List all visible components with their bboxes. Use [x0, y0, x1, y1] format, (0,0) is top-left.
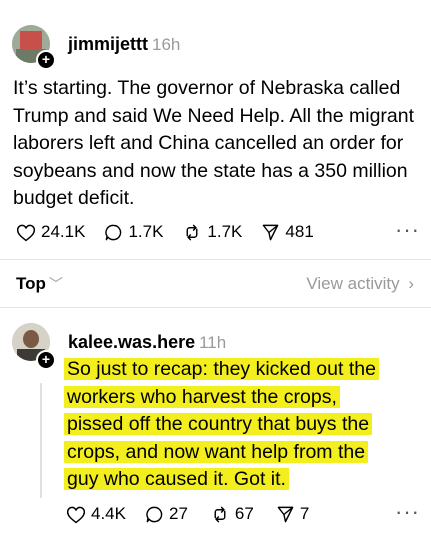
thread-line: [40, 383, 42, 498]
share-button[interactable]: 481: [261, 222, 314, 242]
reply-count: 27: [168, 504, 188, 523]
ellipsis-icon[interactable]: ···: [395, 217, 420, 243]
repost-count: 1.7K: [207, 222, 243, 241]
reply-button[interactable]: 27: [145, 504, 188, 524]
ellipsis-icon[interactable]: ···: [395, 499, 420, 525]
follow-plus-icon[interactable]: +: [36, 50, 56, 70]
post-username[interactable]: jimmijettt 16h: [68, 34, 180, 55]
repost-button[interactable]: 67: [210, 504, 254, 524]
highlighted-line: pissed off the country that buys the: [64, 413, 373, 435]
post-time: 16h: [152, 35, 181, 54]
chevron-right-icon: ›: [408, 274, 414, 293]
post-username[interactable]: kalee.was.here 11h: [68, 332, 226, 353]
sort-dropdown[interactable]: Top ﹀: [16, 274, 63, 294]
share-button[interactable]: 7: [276, 504, 309, 524]
like-count: 24.1K: [41, 222, 86, 241]
highlighted-line: workers who harvest the crops,: [64, 385, 340, 408]
post-text: So just to recap: they kicked out the wo…: [64, 356, 424, 494]
repost-arrows-icon: [214, 506, 226, 522]
highlighted-line: guy who caused it. Got it.: [64, 468, 289, 490]
divider: [0, 307, 431, 308]
reply-count: 1.7K: [128, 222, 164, 241]
post-text: It’s starting. The governor of Nebraska …: [13, 77, 415, 209]
speech-bubble-icon: [146, 506, 163, 522]
divider: [0, 259, 431, 260]
share-count: 7: [299, 504, 310, 523]
repost-arrows-icon: [186, 224, 198, 240]
chevron-down-icon: ﹀: [48, 276, 63, 292]
like-button[interactable]: 24.1K: [16, 222, 85, 242]
like-count: 4.4K: [91, 504, 126, 523]
repost-button[interactable]: 1.7K: [182, 222, 242, 242]
view-activity-label: View activity: [306, 274, 400, 293]
sort-label: Top: [16, 274, 46, 293]
send-icon: [277, 506, 294, 522]
heart-icon: [16, 224, 36, 241]
highlighted-line: crops, and now want help from the: [64, 440, 369, 463]
share-count: 481: [285, 222, 314, 241]
post-actions: 4.4K 27 67 7: [66, 504, 328, 524]
like-button[interactable]: 4.4K: [66, 504, 126, 524]
post-time: 11h: [199, 333, 227, 352]
highlighted-line: So just to recap: they kicked out the: [64, 358, 379, 380]
reply-button[interactable]: 1.7K: [104, 222, 163, 242]
post-actions: 24.1K 1.7K 1.7K 481: [16, 222, 333, 242]
follow-plus-icon[interactable]: +: [36, 350, 56, 370]
send-icon: [263, 224, 279, 240]
speech-bubble-icon: [105, 224, 122, 240]
repost-count: 67: [234, 504, 254, 523]
heart-icon: [66, 506, 86, 523]
view-activity-link[interactable]: View activity ›: [306, 274, 414, 294]
